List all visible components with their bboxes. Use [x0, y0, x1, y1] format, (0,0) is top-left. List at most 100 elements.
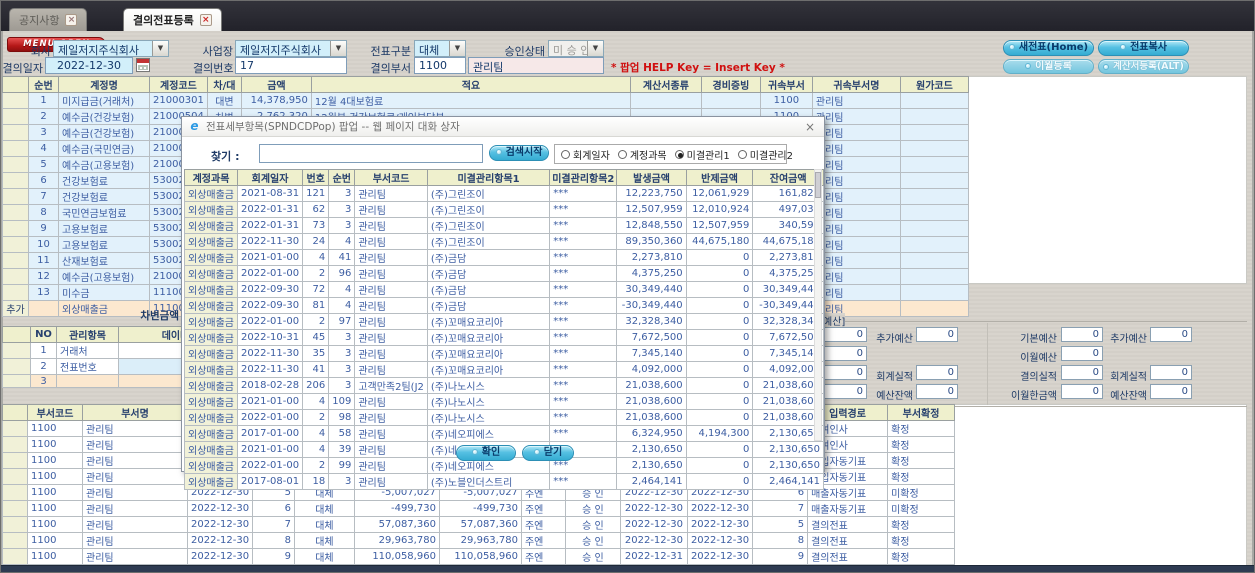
table-cell: 관리팀	[82, 500, 188, 517]
close-icon[interactable]: ×	[199, 14, 212, 26]
table-cell	[2, 156, 29, 173]
table-row[interactable]: 외상매출금 2022-01-00 2 98 관리팀 (주)나노시스 *** 21,038,60…	[184, 409, 824, 426]
radio-option[interactable]: 미결관리2	[737, 147, 793, 162]
table-row[interactable]: 외상매출금 2022-09-30 72 4 관리팀 (주)금담 *** 30,349,440 0…	[184, 281, 824, 298]
table-row[interactable]: 1100 관리팀 2022-12-30 6 대체 -499,730 -499,730 주엔 승 …	[2, 500, 956, 517]
table-cell: 3	[328, 185, 356, 202]
scrollbar[interactable]	[814, 169, 822, 441]
calendar-icon[interactable]	[136, 58, 150, 72]
table-row[interactable]: 외상매출금 2021-01-00 4 41 관리팀 (주)금담 *** 2,273,810 0 2…	[184, 249, 824, 266]
table-cell: 확정	[887, 548, 956, 565]
new-slip-button[interactable]: 새전표(Home)	[1003, 40, 1094, 56]
table-cell: 승 인	[564, 516, 621, 533]
table-cell: 0	[685, 473, 754, 490]
popup-title-bar[interactable]: e 전표세부항목(SPNDCDPop) 팝업 -- 웹 페이지 대화 상자 ×	[182, 117, 824, 137]
debit-amount-label: 차변금액	[140, 310, 179, 322]
table-cell	[2, 92, 29, 109]
table-cell: 4	[302, 425, 330, 442]
table-row[interactable]: 외상매출금 2017-08-01 18 3 관리팀 (주)노블인더스트리 *** 2,464,…	[184, 473, 824, 490]
table-row[interactable]: 외상매출금 2018-02-28 206 3 고객만족2팀(J2 (주)나노시스 *** 21…	[184, 377, 824, 394]
table-cell: 관리팀	[811, 124, 901, 141]
table-cell	[899, 268, 969, 285]
table-cell: 9	[28, 220, 59, 237]
site-select[interactable]: 제일저지주식회사 ▼	[235, 40, 347, 57]
company-select[interactable]: 제일저지주식회사 ▼	[53, 40, 169, 57]
table-cell: ***	[549, 249, 618, 266]
column-header: 회계일자	[236, 169, 304, 186]
table-row[interactable]: 외상매출금 2022-11-30 35 3 관리팀 (주)꼬매요코리아 *** 7,345,1…	[184, 345, 824, 362]
slip-type-select[interactable]: 대체 ▼	[414, 40, 466, 57]
table-cell: 관리팀	[82, 436, 188, 453]
table-cell: 2022-12-30	[186, 532, 254, 549]
table-row[interactable]: 외상매출금 2022-11-30 24 4 관리팀 (주)그린조이 *** 89,350,36…	[184, 233, 824, 250]
table-cell	[2, 484, 28, 501]
table-cell: 5	[752, 516, 809, 533]
table-cell: 2,130,650	[752, 441, 824, 458]
budget-label: 회계실적	[1110, 372, 1147, 383]
table-row[interactable]: 외상매출금 2022-01-31 62 3 관리팀 (주)그린조이 *** 12,507,95…	[184, 201, 824, 218]
close-icon[interactable]: ×	[65, 14, 78, 26]
budget-field: 0	[1061, 365, 1103, 380]
table-cell: 24	[302, 233, 330, 250]
search-start-button[interactable]: 검색시작	[489, 145, 549, 161]
table-cell: 대체	[293, 500, 355, 517]
table-cell: 관리팀	[82, 420, 188, 437]
table-cell	[2, 532, 28, 549]
table-row[interactable]: 1100 관리팀 2022-12-30 7 대체 57,087,360 57,087,360…	[2, 516, 956, 533]
table-row[interactable]: 외상매출금 2022-01-00 2 96 관리팀 (주)금담 *** 4,375,250 0 4…	[184, 265, 824, 282]
table-row[interactable]: 1100 관리팀 2022-12-30 9 대체 110,058,960 110,058,9…	[2, 548, 956, 565]
table-row[interactable]: 외상매출금 2022-10-31 45 3 관리팀 (주)꼬매요코리아 *** 7,672,5…	[184, 329, 824, 346]
table-cell: 외상매출금	[184, 457, 238, 474]
table-cell: 예수금(고용보험)	[58, 268, 150, 285]
popup-close-button[interactable]: 닫기	[522, 445, 574, 461]
table-row[interactable]: 외상매출금 2021-01-00 4 109 관리팀 (주)나노시스 *** 21,038,6…	[184, 393, 824, 410]
table-row[interactable]: 외상매출금 2021-08-31 121 3 관리팀 (주)그린조이 *** 12,223,7…	[184, 185, 824, 202]
close-icon[interactable]: ×	[802, 120, 818, 134]
table-row[interactable]: 외상매출금 2022-11-30 41 3 관리팀 (주)꼬매요코리아 *** 4,092,0…	[184, 361, 824, 378]
table-cell: 관리팀	[354, 409, 428, 426]
table-cell	[2, 516, 28, 533]
table-row[interactable]: 외상매출금 2017-01-00 4 58 관리팀 (주)네오피에스 *** 6,324,95…	[184, 425, 824, 442]
table-cell: 외상매출금	[184, 425, 238, 442]
tab-notice[interactable]: 공지사항 ×	[9, 8, 88, 31]
table-cell: 예수금(국민연금)	[58, 140, 150, 157]
table-cell: 4	[328, 281, 356, 298]
table-cell: 2	[30, 358, 57, 375]
app-window: 공지사항 × 결의전표등록 × MENU OPEN 회사 제일저지주식회사▼ 사…	[0, 0, 1255, 573]
table-cell: ***	[549, 185, 618, 202]
table-cell: 21,038,600	[616, 409, 687, 426]
slip-no-field[interactable]: 17	[235, 57, 347, 74]
table-cell: 전표번호	[56, 358, 119, 375]
dept-code-field[interactable]: 1100	[414, 57, 466, 74]
table-cell: 41	[302, 361, 330, 378]
date-label: 결의일자	[2, 62, 43, 75]
radio-option[interactable]: 계정과목	[617, 147, 667, 162]
table-cell: 30,349,440	[752, 281, 824, 298]
table-cell: 7,345,140	[616, 345, 687, 362]
table-cell: 국민연금보험료	[58, 204, 150, 221]
table-cell: 29,963,780	[353, 532, 440, 549]
ok-button[interactable]: 확인	[456, 445, 516, 461]
table-cell: 72	[302, 281, 330, 298]
table-row[interactable]: 외상매출금 2022-01-31 73 3 관리팀 (주)그린조이 *** 12,848,55…	[184, 217, 824, 234]
table-row[interactable]: 외상매출금 2022-09-30 81 4 관리팀 (주)금담 *** -30,349,440…	[184, 297, 824, 314]
radio-option[interactable]: 미결관리1	[674, 147, 730, 162]
date-field[interactable]: 2022-12-30	[45, 57, 133, 74]
table-row[interactable]: 외상매출금 2022-01-00 2 97 관리팀 (주)꼬매요코리아 *** 32,328,…	[184, 313, 824, 330]
scrollbar-thumb[interactable]	[815, 172, 821, 198]
search-input[interactable]	[259, 144, 483, 163]
radio-option[interactable]: 회계일자	[561, 147, 610, 162]
table-row[interactable]: 1100 관리팀 2022-12-30 8 대체 29,963,780 29,963,780…	[2, 532, 956, 549]
column-header	[2, 76, 29, 93]
table-cell: 관리팀	[811, 220, 901, 237]
table-cell: 관리팀	[811, 252, 901, 269]
table-cell: ***	[549, 409, 618, 426]
copy-slip-button[interactable]: 전표복사	[1098, 40, 1189, 56]
budget-field: 0	[1061, 346, 1103, 361]
table-cell: 2022-11-30	[236, 361, 304, 378]
table-cell: 9	[752, 548, 809, 565]
table-row[interactable]: 1 미지급금(거래처) 21000301 대변 14,378,950 12월 4대보험료 1…	[2, 92, 969, 109]
table-cell: 30,349,440	[616, 281, 687, 298]
table-cell: 2	[28, 108, 59, 125]
tab-slip-register[interactable]: 결의전표등록 ×	[123, 8, 222, 31]
